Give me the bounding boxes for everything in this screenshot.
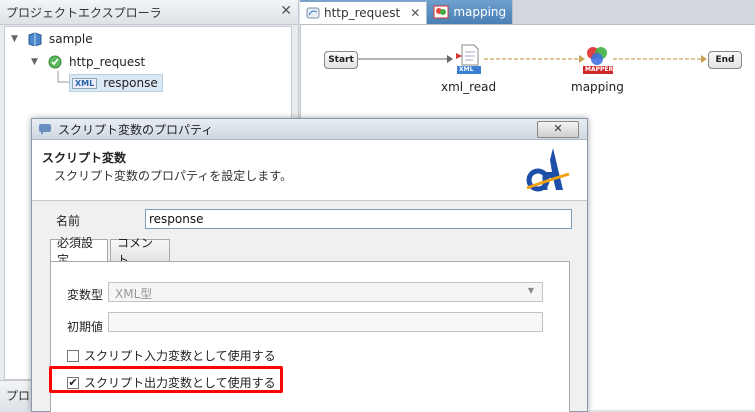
type-label: 変数型: [67, 288, 104, 302]
tab-http-request[interactable]: http_request ✕: [300, 0, 428, 24]
asteria-logo-icon: [526, 148, 570, 192]
dialog-header-description: スクリプト変数のプロパティを設定します。: [54, 169, 293, 183]
dialog-close-button[interactable]: ✕: [537, 121, 579, 138]
mapping-label: mapping: [571, 80, 624, 94]
script-check-icon: [48, 55, 62, 69]
project-book-icon: [28, 32, 42, 46]
dialog-title: スクリプト変数のプロパティ: [58, 122, 214, 137]
initial-value-label: 初期値: [67, 320, 104, 334]
xml-read-node[interactable]: XML: [454, 43, 484, 75]
dialog-header: スクリプト変数 スクリプト変数のプロパティを設定します。: [32, 140, 587, 201]
flow-start-node[interactable]: Start: [324, 51, 358, 69]
dialog-speech-icon: [39, 124, 51, 135]
expand-icon[interactable]: ▼: [11, 34, 21, 44]
flow-arrows: [357, 55, 707, 63]
tree-item-label: sample: [49, 32, 93, 46]
xml-variable-icon: XML: [72, 77, 98, 89]
tree-item-variable[interactable]: XML response: [69, 74, 163, 92]
tab-required-settings[interactable]: 必須設定: [50, 236, 108, 267]
tab-label: http_request: [324, 6, 401, 20]
dialog-header-title: スクリプト変数: [42, 151, 127, 165]
tree-item-label: response: [103, 76, 158, 90]
dropdown-arrow-icon: ▼: [527, 286, 534, 295]
mapping-node[interactable]: MAPPER: [581, 43, 615, 75]
xml-badge: XML: [459, 66, 474, 73]
mapper-icon: [433, 5, 449, 19]
checkbox-box[interactable]: [67, 349, 79, 362]
tab-label: mapping: [453, 5, 507, 19]
bottom-panel-title: プロ: [6, 389, 31, 403]
tab-comment[interactable]: コメント: [110, 236, 170, 267]
initial-value-field[interactable]: [108, 312, 543, 332]
close-icon[interactable]: ✕: [410, 6, 420, 20]
close-icon: ✕: [553, 122, 563, 135]
script-flow-icon: [306, 7, 320, 19]
tree-item-script[interactable]: ▼ http_request: [31, 54, 145, 70]
xml-read-label: xml_read: [441, 80, 497, 94]
type-select[interactable]: XML型 ▼: [108, 282, 543, 302]
mapper-badge: MAPPER: [585, 66, 614, 73]
name-label: 名前: [56, 214, 81, 228]
name-field[interactable]: response: [145, 209, 572, 229]
tree-item-label: http_request: [69, 55, 146, 69]
tree-item-project[interactable]: ▼ sample: [11, 32, 93, 46]
tab-mapping[interactable]: mapping: [427, 0, 514, 24]
project-explorer-title: プロジェクトエクスプローラ: [6, 5, 162, 20]
dialog-titlebar[interactable]: スクリプト変数のプロパティ ✕: [32, 119, 587, 140]
use-as-input-checkbox[interactable]: スクリプト入力変数として使用する: [67, 347, 276, 364]
type-select-value: XML型: [115, 287, 153, 301]
expand-icon[interactable]: ▼: [31, 57, 41, 67]
editor-tabs: http_request ✕ mapping: [300, 0, 755, 25]
flow-end-node[interactable]: End: [708, 51, 742, 69]
checkbox-label: スクリプト入力変数として使用する: [84, 349, 276, 363]
close-icon[interactable]: ✕: [280, 3, 292, 19]
project-explorer-header: プロジェクトエクスプローラ ✕: [0, 0, 298, 25]
highlight-annotation: [49, 366, 283, 393]
